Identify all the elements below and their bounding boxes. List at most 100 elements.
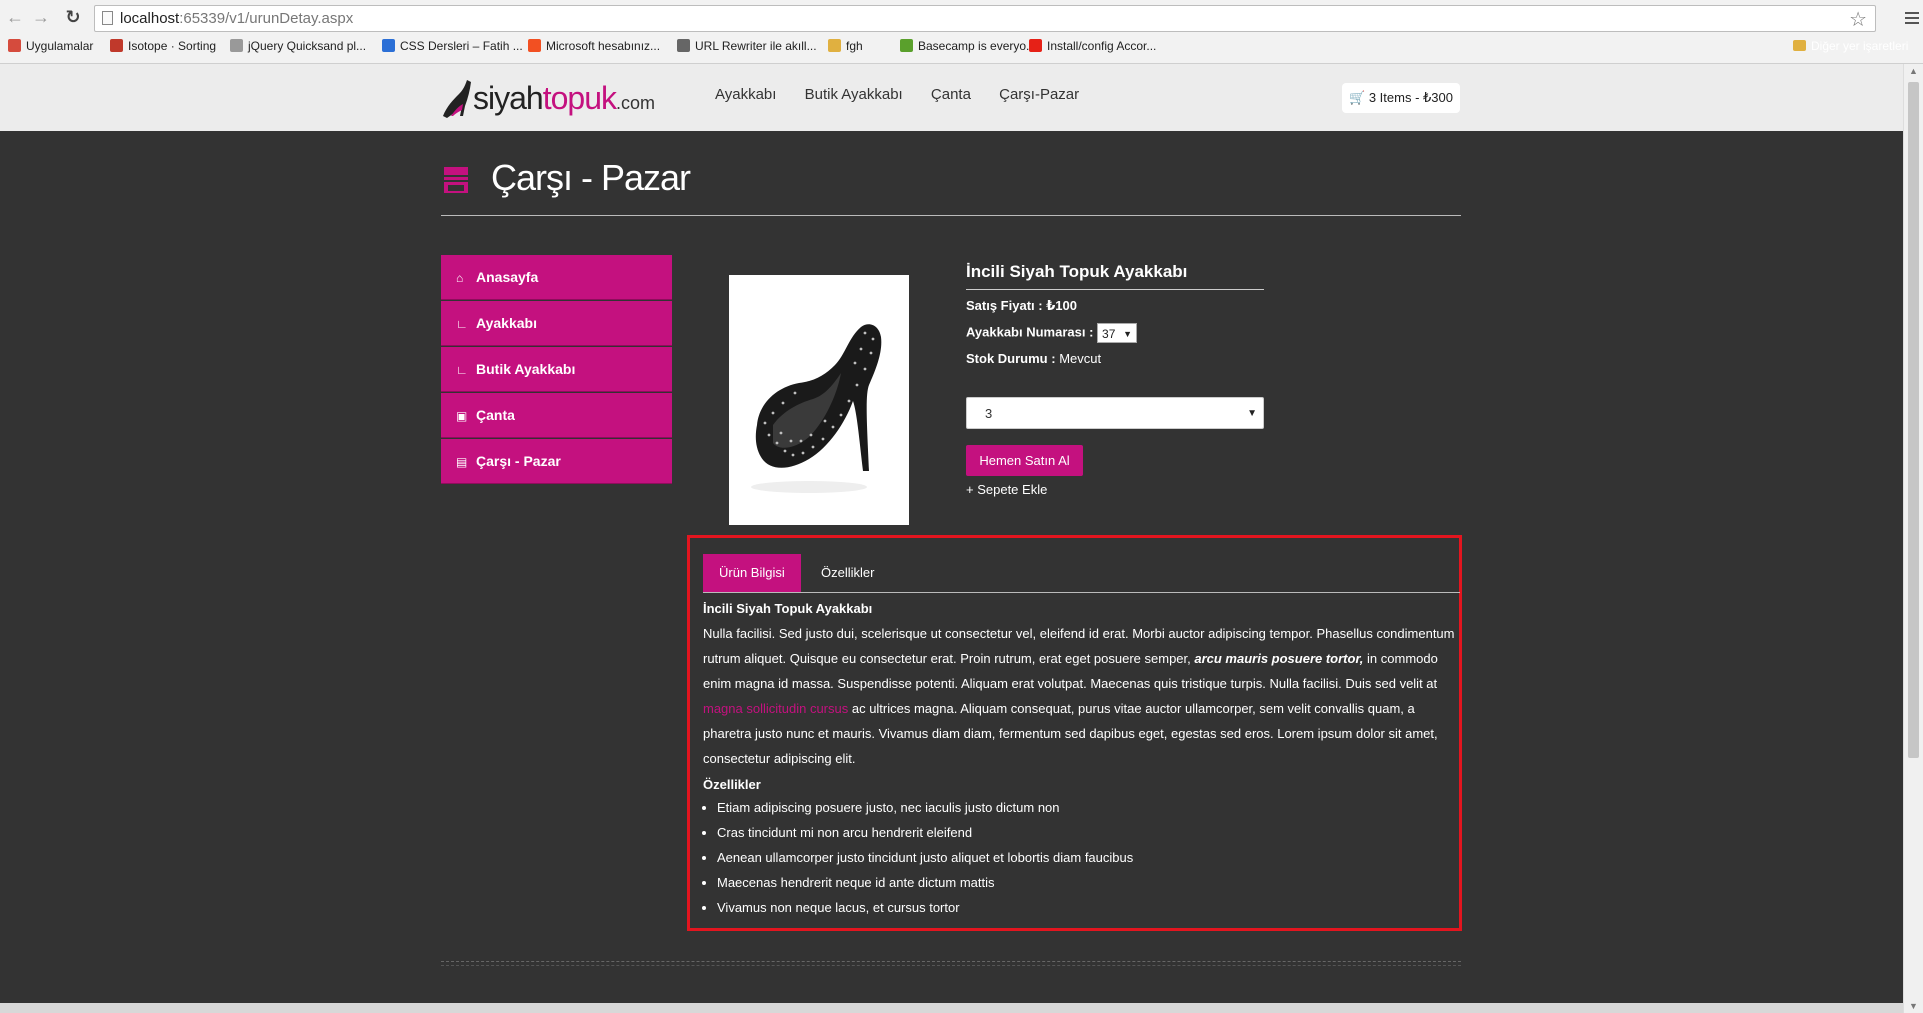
bookmark-item[interactable]: Basecamp is everyo... [900, 39, 1036, 53]
footer-divider [441, 961, 1461, 962]
back-arrow-icon[interactable]: ← [4, 6, 26, 28]
page-icon [102, 11, 113, 25]
sidebar-item-carsi-pazar[interactable]: ▤ Çarşı - Pazar [441, 439, 672, 484]
bottom-edge [0, 1003, 1903, 1013]
browser-menu-icon[interactable] [1905, 12, 1919, 27]
cart-label: 3 Items - ₺300 [1368, 90, 1453, 105]
title-divider [441, 215, 1461, 216]
size-line: Ayakkabı Numarası : 37 ▼ [966, 323, 1138, 343]
bookmark-item[interactable]: CSS Dersleri – Fatih ... [382, 39, 523, 53]
home-icon: ⌂ [456, 271, 464, 285]
tab-divider [703, 592, 1460, 593]
bookmark-label: Uygulamalar [26, 39, 94, 53]
features-heading: Özellikler [703, 777, 761, 792]
product-name: İncili Siyah Topuk Ayakkabı [966, 262, 1188, 281]
nav-butik-ayakkabi[interactable]: Butik Ayakkabı [805, 86, 903, 103]
sidebar: ⌂ Anasayfa ∟ Ayakkabı ∟ Butik Ayakkabı ▣ Çan… [441, 255, 672, 485]
microsoft-icon [528, 39, 541, 52]
page-scrollbar[interactable]: ▲ ▼ [1903, 64, 1923, 1013]
other-bookmarks[interactable]: Diğer yer işaretleri [1793, 39, 1908, 53]
youtube-icon [1029, 39, 1042, 52]
folder-icon [1793, 40, 1806, 51]
url-text: localhost:65339/v1/urunDetay.aspx [120, 10, 354, 27]
size-select[interactable]: 37 ▼ [1097, 323, 1138, 343]
apps-grid-icon [8, 39, 21, 52]
bookmark-label: Install/config Accor... [1047, 39, 1157, 53]
stock-line: Stok Durumu : Mevcut [966, 351, 1102, 366]
nav-canta[interactable]: Çanta [931, 86, 971, 103]
tab-urun-bilgisi[interactable]: Ürün Bilgisi [703, 554, 801, 592]
nav-carsi-pazar[interactable]: Çarşı-Pazar [999, 86, 1079, 103]
add-to-cart-link[interactable]: + Sepete Ekle [966, 482, 1047, 497]
stock-value: Mevcut [1059, 351, 1102, 366]
isotope-icon [110, 39, 123, 52]
sidebar-item-butik-ayakkabi[interactable]: ∟ Butik Ayakkabı [441, 347, 672, 392]
dropdown-arrow-icon: ▼ [1247, 408, 1257, 419]
bookmark-label: Basecamp is everyo... [918, 39, 1037, 53]
features-list: Etiam adipiscing posuere justo, nec iacu… [703, 795, 1458, 920]
bookmark-item[interactable]: Install/config Accor... [1029, 39, 1156, 53]
bookmark-item[interactable]: fgh [828, 39, 863, 53]
basecamp-icon [900, 39, 913, 52]
shoe-icon: ∟ [456, 363, 468, 377]
site-header: siyahtopuk.com Ayakkabı Butik Ayakkabı Ç… [0, 64, 1903, 131]
tab-ozellikler[interactable]: Özellikler [805, 554, 890, 592]
shoe-icon: ∟ [456, 317, 468, 331]
list-item: Aenean ullamcorper justo tincidunt justo… [717, 845, 1458, 870]
product-image[interactable] [729, 275, 909, 525]
bookmark-label: Isotope · Sorting [128, 39, 217, 53]
reload-icon[interactable]: ↻ [62, 6, 84, 28]
heel-logo-icon [443, 80, 471, 118]
market-icon: ▤ [456, 455, 468, 469]
address-bar[interactable]: localhost:65339/v1/urunDetay.aspx ☆ [94, 5, 1876, 32]
folder-icon [828, 39, 841, 52]
bookmark-label: URL Rewriter ile akıll... [695, 39, 817, 53]
high-heel-shoe-image [751, 324, 882, 493]
bookmark-item[interactable]: Microsoft hesabınız... [528, 39, 660, 53]
buy-now-button[interactable]: Hemen Satın Al [966, 445, 1083, 476]
logo-text: siyahtopuk.com [473, 80, 655, 116]
scrollbar-thumb[interactable] [1908, 82, 1919, 758]
bookmark-star-icon[interactable]: ☆ [1849, 7, 1867, 32]
bookmark-label: Microsoft hesabınız... [546, 39, 661, 53]
page-title: Çarşı - Pazar [491, 157, 691, 198]
scroll-down-icon[interactable]: ▼ [1909, 1001, 1918, 1011]
nav-ayakkabi[interactable]: Ayakkabı [715, 86, 776, 103]
sidebar-item-canta[interactable]: ▣ Çanta [441, 393, 672, 438]
tab-content: İncili Siyah Topuk Ayakkabı Nulla facili… [703, 599, 1458, 920]
bookmark-item[interactable]: jQuery Quicksand pl... [230, 39, 366, 53]
content-heading: İncili Siyah Topuk Ayakkabı [703, 601, 873, 616]
inline-link[interactable]: magna sollicitudin cursus [703, 701, 848, 716]
bookmark-item[interactable]: Isotope · Sorting [110, 39, 216, 53]
product-name-divider [966, 289, 1264, 290]
bookmark-label: jQuery Quicksand pl... [248, 39, 367, 53]
list-item: Cras tincidunt mi non arcu hendrerit ele… [717, 820, 1458, 845]
bookmark-label: fgh [846, 39, 863, 53]
css-icon [382, 39, 395, 52]
cart-button[interactable]: 🛒 3 Items - ₺300 [1342, 83, 1460, 113]
footer-divider [441, 965, 1461, 966]
sidebar-item-ayakkabi[interactable]: ∟ Ayakkabı [441, 301, 672, 346]
market-icon [444, 167, 468, 193]
bookmark-item[interactable]: Uygulamalar [8, 39, 93, 53]
bookmarks-bar: Uygulamalar Isotope · Sorting jQuery Quick… [0, 37, 1923, 57]
list-item: Vivamus non neque lacus, et cursus torto… [717, 895, 1458, 920]
list-item: Maecenas hendrerit neque id ante dictum … [717, 870, 1458, 895]
quantity-select[interactable]: 3 ▼ [966, 397, 1264, 429]
page-icon [230, 39, 243, 52]
top-navigation: Ayakkabı Butik Ayakkabı Çanta Çarşı-Paza… [715, 86, 1103, 103]
browser-chrome: ← → ↻ localhost:65339/v1/urunDetay.aspx … [0, 0, 1923, 64]
description-paragraph: Nulla facilisi. Sed justo dui, scelerisq… [703, 626, 1455, 766]
price-value: ₺100 [1046, 298, 1077, 313]
scroll-up-icon[interactable]: ▲ [1909, 66, 1918, 76]
bag-icon: ▣ [456, 409, 468, 423]
rewriter-icon [677, 39, 690, 52]
bookmark-item[interactable]: URL Rewriter ile akıll... [677, 39, 817, 53]
dropdown-arrow-icon: ▼ [1123, 329, 1133, 339]
list-item: Etiam adipiscing posuere justo, nec iacu… [717, 795, 1458, 820]
cart-icon: 🛒 [1349, 90, 1366, 105]
price-line: Satış Fiyatı : ₺100 [966, 298, 1077, 313]
forward-arrow-icon[interactable]: → [30, 6, 52, 28]
sidebar-item-anasayfa[interactable]: ⌂ Anasayfa [441, 255, 672, 300]
bookmark-label: CSS Dersleri – Fatih ... [400, 39, 523, 53]
